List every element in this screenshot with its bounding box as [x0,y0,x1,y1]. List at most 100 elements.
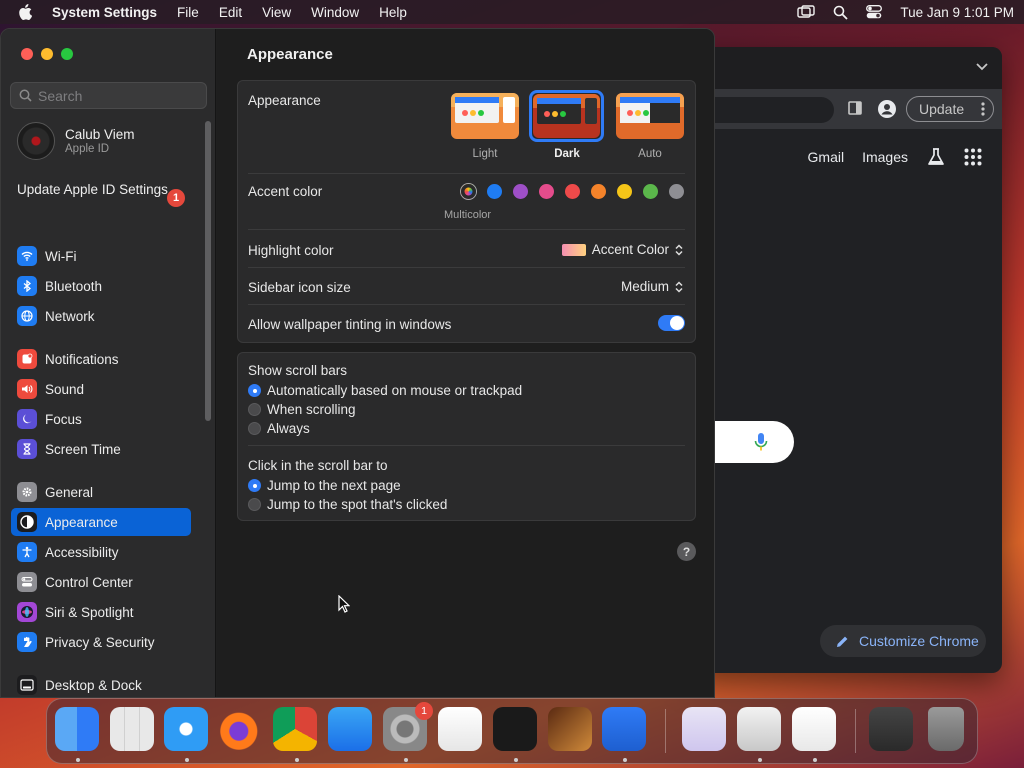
scroll-bars-option-always[interactable]: Always [248,421,310,436]
chrome-icon[interactable] [273,707,317,751]
dock-running-indicator [623,758,627,762]
sidebar-item-screen-time[interactable]: Screen Time [11,435,191,463]
app-store-icon[interactable] [328,707,372,751]
gmail-link[interactable]: Gmail [808,149,845,165]
sidebar-item-siri-spotlight[interactable]: Siri & Spotlight [11,598,191,626]
radio-button[interactable] [248,479,261,492]
accent-color-swatch[interactable] [539,184,554,199]
accent-color-label: Accent color [248,184,323,199]
accent-color-swatch[interactable] [669,184,684,199]
trash-icon[interactable] [928,707,964,751]
sidebar-item-notifications[interactable]: Notifications [11,345,191,373]
chrome-tab-bar [690,47,1002,89]
sidebar-item-bluetooth[interactable]: Bluetooth [11,272,191,300]
screenshot-icon[interactable] [869,707,913,751]
sidebar-item-sound[interactable]: Sound [11,375,191,403]
wifi-icon [17,246,37,266]
labs-flask-icon[interactable] [926,147,946,167]
click-scroll-option-spot[interactable]: Jump to the spot that's clicked [248,497,447,512]
appearance-option-auto[interactable] [616,93,684,139]
menu-view[interactable]: View [262,5,291,20]
sidebar-item-control-center[interactable]: Control Center [11,568,191,596]
scroll-bar-settings-panel: Show scroll bars Automatically based on … [237,352,696,521]
control-center-icon[interactable] [866,5,883,19]
launchpad-icon[interactable] [110,707,154,751]
wallpaper-tinting-toggle[interactable] [658,315,685,331]
accent-color-swatch[interactable] [617,184,632,199]
sidebar-item-network[interactable]: Network [11,302,191,330]
sidebar-item-desktop-dock[interactable]: Desktop & Dock [11,671,191,697]
menu-edit[interactable]: Edit [219,5,242,20]
search-input[interactable] [38,87,198,104]
menu-file[interactable]: File [177,5,199,20]
accent-color-multicolor[interactable] [461,184,476,199]
images-link[interactable]: Images [862,149,908,165]
appearance-option-light[interactable] [451,93,519,139]
menu-window[interactable]: Window [311,5,359,20]
apple-logo-icon[interactable] [18,4,32,20]
radio-button[interactable] [248,403,261,416]
menu-clock[interactable]: Tue Jan 9 1:01 PM [900,5,1014,20]
terminal-icon[interactable] [493,707,537,751]
close-button[interactable] [21,48,33,60]
accent-color-swatch[interactable] [487,184,502,199]
radio-button[interactable] [248,384,261,397]
screen-mirroring-icon[interactable] [797,5,816,19]
accent-color-swatch[interactable] [513,184,528,199]
apple-id-account[interactable]: Calub Viem Apple ID [17,122,135,160]
appearance-auto-label: Auto [638,148,662,160]
help-button[interactable]: ? [677,542,696,561]
appearance-settings-panel: Appearance Light Dark Auto Accent color … [237,80,696,343]
voice-search-icon[interactable] [754,432,768,452]
appearance-light-label: Light [472,148,498,160]
sidebar-scrollbar[interactable] [205,121,211,421]
freeform-icon[interactable] [792,707,836,751]
sidebar-item-general[interactable]: General [11,478,191,506]
side-panel-icon[interactable] [848,101,862,115]
accent-color-swatch[interactable] [565,184,580,199]
safari-icon[interactable] [164,707,208,751]
minimize-button[interactable] [41,48,53,60]
more-vertical-icon[interactable] [981,102,985,116]
sidebar-item-privacy-security[interactable]: Privacy & Security [11,628,191,656]
apps-grid-icon[interactable] [964,148,982,166]
radio-button[interactable] [248,498,261,511]
sidebar-search[interactable] [10,82,207,109]
vscode-icon[interactable] [602,707,646,751]
highlight-color-popup[interactable]: Accent Color [561,242,683,257]
menu-app-name[interactable]: System Settings [52,5,157,20]
disk-utility-icon[interactable] [737,707,781,751]
accent-color-swatch[interactable] [591,184,606,199]
mouse-pointer-icon [338,595,350,613]
page-title: Appearance [247,46,333,63]
zoom-button[interactable] [61,48,73,60]
firefox-icon[interactable] [219,707,263,751]
radio-button[interactable] [248,422,261,435]
dock-notification-badge: 1 [415,702,433,720]
update-apple-id-settings[interactable]: Update Apple ID Settings [17,182,187,198]
gear-icon [17,482,37,502]
scroll-bars-option-auto[interactable]: Automatically based on mouse or trackpad [248,383,522,398]
visual-studio-icon[interactable] [682,707,726,751]
appearance-option-dark[interactable] [533,94,600,138]
sidebar-item-focus[interactable]: Focus [11,405,191,433]
sidebar-item-accessibility[interactable]: Accessibility [11,538,191,566]
scroll-bars-option-when-scrolling[interactable]: When scrolling [248,402,356,417]
accent-color-swatch[interactable] [643,184,658,199]
garageband-icon[interactable] [548,707,592,751]
menu-help[interactable]: Help [379,5,407,20]
profile-icon[interactable] [878,100,896,118]
sidebar-icon-size-popup[interactable]: Medium [621,279,683,294]
chrome-update-button[interactable]: Update [906,96,994,122]
chevron-down-icon[interactable] [976,63,988,71]
dock-running-indicator [758,758,762,762]
finder-icon[interactable] [55,707,99,751]
spotlight-search-icon[interactable] [833,5,849,20]
radio-label: Jump to the next page [267,478,401,493]
click-scroll-option-next-page[interactable]: Jump to the next page [248,478,401,493]
dock-separator [665,709,666,753]
sidebar-item-appearance[interactable]: Appearance [11,508,191,536]
customize-chrome-button[interactable]: Customize Chrome [820,625,986,657]
textedit-icon[interactable] [438,707,482,751]
sidebar-item-wi-fi[interactable]: Wi-Fi [11,242,191,270]
